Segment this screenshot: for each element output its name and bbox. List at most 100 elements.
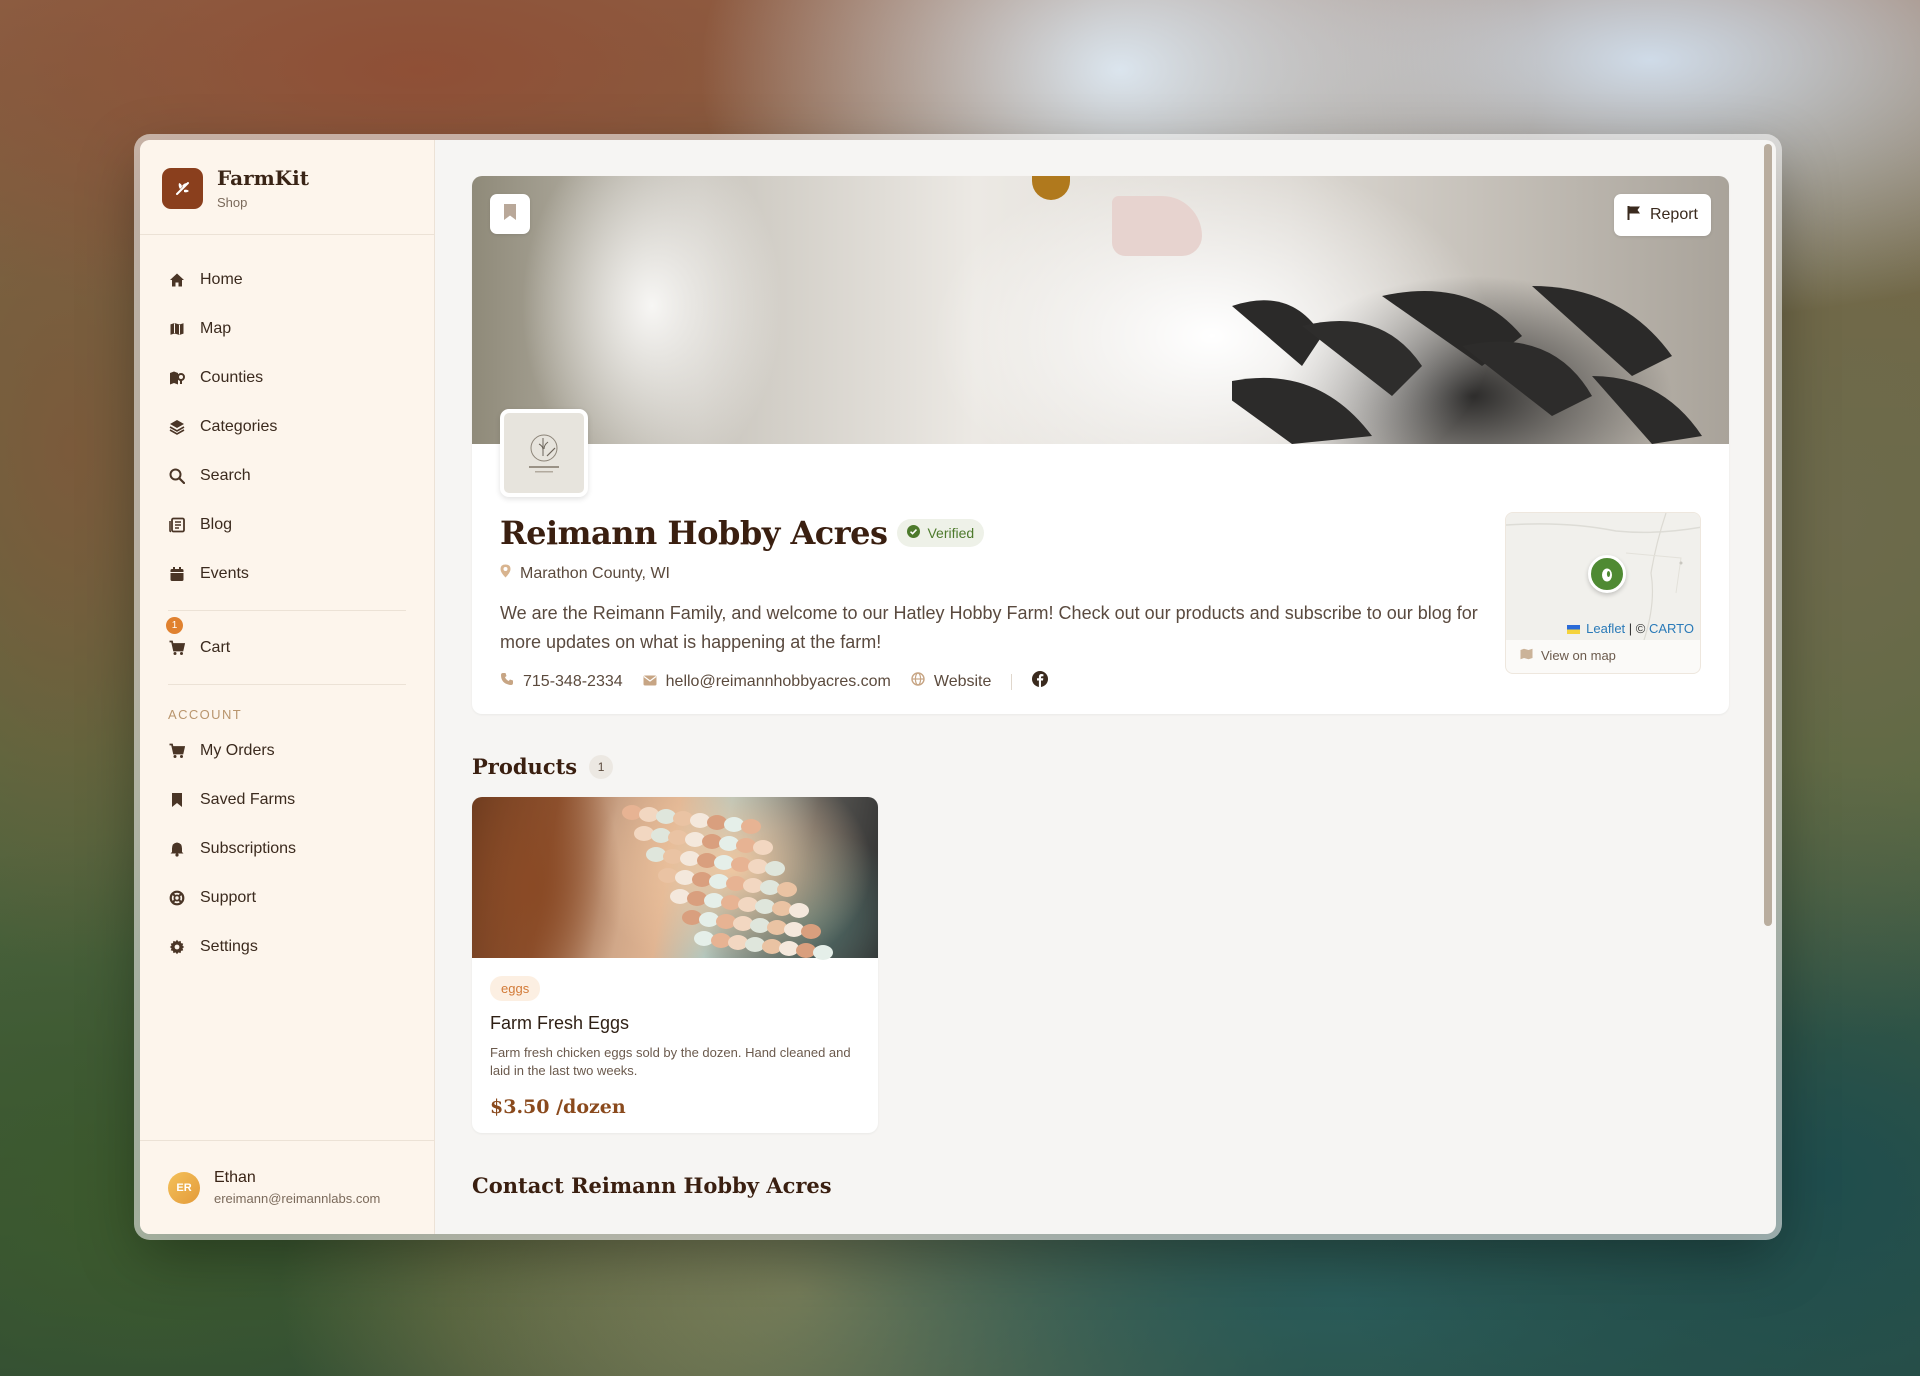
- mail-icon: [643, 673, 657, 691]
- account-nav: My Orders Saved Farms Subscriptions Supp…: [140, 726, 434, 971]
- attribution-separator: | ©: [1625, 621, 1649, 636]
- carto-link[interactable]: CARTO: [1649, 621, 1694, 636]
- nav-label: Categories: [200, 417, 278, 435]
- farm-info: Reimann Hobby Acres Verified Marathon Co…: [500, 514, 1500, 692]
- wheat-logo-icon: [162, 167, 203, 209]
- farm-profile-card: Report Reimann Hobby Acres Verified Mara…: [472, 176, 1729, 714]
- nav-item-events[interactable]: Events: [154, 549, 420, 598]
- user-profile[interactable]: ER Ethan ereimann@reimannlabs.com: [140, 1140, 434, 1234]
- calendar-icon: [168, 565, 186, 583]
- bookmark-icon: [168, 791, 186, 809]
- avatar: ER: [168, 1171, 200, 1204]
- product-name: Farm Fresh Eggs: [490, 1013, 630, 1033]
- map-attribution: Leaflet | © CARTO: [1566, 621, 1694, 636]
- website-link[interactable]: Website: [911, 672, 992, 691]
- nav-item-search[interactable]: Search: [154, 451, 420, 500]
- lifebuoy-icon: [168, 889, 186, 907]
- map-icon: [168, 320, 186, 338]
- main-nav: Home Map Counties Categories Search Blog: [140, 235, 434, 697]
- nav-label: Subscriptions: [200, 839, 297, 857]
- location-map[interactable]: Leaflet | © CARTO View on map: [1505, 512, 1701, 674]
- egg-decoration: [789, 903, 809, 918]
- divider: [168, 684, 406, 685]
- banner-feathers: [1232, 286, 1702, 444]
- verified-badge: Verified: [897, 519, 985, 547]
- divider: [168, 610, 406, 611]
- nav-item-settings[interactable]: Settings: [154, 922, 420, 971]
- brand[interactable]: FarmKit Shop: [140, 140, 434, 235]
- gear-icon: [168, 938, 186, 956]
- verified-label: Verified: [927, 525, 975, 541]
- nav-label: Counties: [200, 368, 264, 386]
- divider: [1011, 673, 1013, 690]
- sidebar: FarmKit Shop Home Map Counties Categorie…: [140, 140, 435, 1234]
- nav-label: Support: [200, 888, 257, 906]
- nav-item-home[interactable]: Home: [154, 255, 420, 304]
- nav-item-saved-farms[interactable]: Saved Farms: [154, 775, 420, 824]
- product-image: [472, 797, 878, 960]
- brand-subtitle: Shop: [217, 195, 248, 210]
- save-farm-button[interactable]: [490, 194, 530, 234]
- farm-map-marker[interactable]: [1588, 555, 1626, 593]
- banner-eye: [1032, 176, 1070, 200]
- website-text: Website: [933, 672, 992, 690]
- nav-label: Events: [200, 564, 249, 582]
- flag-icon: [1627, 205, 1641, 225]
- app-window: FarmKit Shop Home Map Counties Categorie…: [140, 140, 1776, 1234]
- globe-icon: [911, 672, 925, 691]
- nav-item-cart[interactable]: 1 Cart: [154, 617, 420, 672]
- map-pin-icon: [500, 564, 511, 583]
- phone-link[interactable]: 715-348-2334: [500, 672, 623, 691]
- product-category-tag[interactable]: eggs: [490, 976, 541, 1001]
- leaflet-link[interactable]: Leaflet: [1586, 621, 1625, 636]
- nav-item-counties[interactable]: Counties: [154, 353, 420, 402]
- view-on-map-label: View on map: [1541, 648, 1616, 663]
- farm-banner-image: Report: [472, 176, 1729, 444]
- contact-section-title: Contact Reimann Hobby Acres: [472, 1173, 832, 1198]
- layers-icon: [168, 418, 186, 436]
- nav-label: Cart: [200, 638, 231, 656]
- nav-item-categories[interactable]: Categories: [154, 402, 420, 451]
- user-email: ereimann@reimannlabs.com: [214, 1191, 381, 1206]
- email-text: hello@reimannhobbyacres.com: [665, 672, 891, 690]
- product-card[interactable]: eggs Farm Fresh Eggs Farm fresh chicken …: [472, 797, 878, 1133]
- product-price: $3.50 /dozen: [490, 1096, 626, 1118]
- facebook-icon[interactable]: [1032, 671, 1049, 692]
- nav-label: Home: [200, 270, 243, 288]
- nav-item-my-orders[interactable]: My Orders: [154, 726, 420, 775]
- bookmark-icon: [503, 203, 517, 226]
- brand-name: FarmKit: [217, 166, 309, 190]
- products-count-badge: 1: [589, 754, 614, 779]
- phone-icon: [500, 672, 514, 691]
- bell-icon: [168, 840, 186, 858]
- email-link[interactable]: hello@reimannhobbyacres.com: [643, 673, 891, 691]
- report-label: Report: [1649, 206, 1698, 223]
- nav-item-subscriptions[interactable]: Subscriptions: [154, 824, 420, 873]
- scrollbar[interactable]: [1764, 144, 1772, 926]
- cart-icon: [168, 639, 186, 657]
- nav-label: My Orders: [200, 741, 275, 759]
- check-circle-icon: [907, 525, 921, 541]
- contact-links: 715-348-2334 hello@reimannhobbyacres.com…: [500, 671, 1500, 692]
- home-icon: [168, 271, 186, 289]
- nav-label: Search: [200, 466, 251, 484]
- map-preview[interactable]: Leaflet | © CARTO: [1506, 513, 1700, 640]
- products-title: Products: [472, 754, 578, 779]
- nav-item-support[interactable]: Support: [154, 873, 420, 922]
- blog-icon: [168, 516, 186, 534]
- egg-decoration: [765, 861, 785, 876]
- nav-item-map[interactable]: Map: [154, 304, 420, 353]
- products-header: Products 1: [472, 754, 1738, 779]
- farm-logo-icon: [529, 434, 559, 473]
- account-section-label: ACCOUNT: [168, 707, 243, 722]
- nav-label: Settings: [200, 937, 258, 955]
- egg-decoration: [813, 945, 833, 960]
- nav-label: Saved Farms: [200, 790, 296, 808]
- egg-decoration: [777, 882, 797, 897]
- view-on-map-link[interactable]: View on map: [1506, 640, 1700, 671]
- banner-beak: [1112, 196, 1202, 256]
- report-button[interactable]: Report: [1613, 194, 1711, 236]
- nav-item-blog[interactable]: Blog: [154, 500, 420, 549]
- map-icon: [1520, 648, 1533, 663]
- farm-logo: [500, 409, 588, 497]
